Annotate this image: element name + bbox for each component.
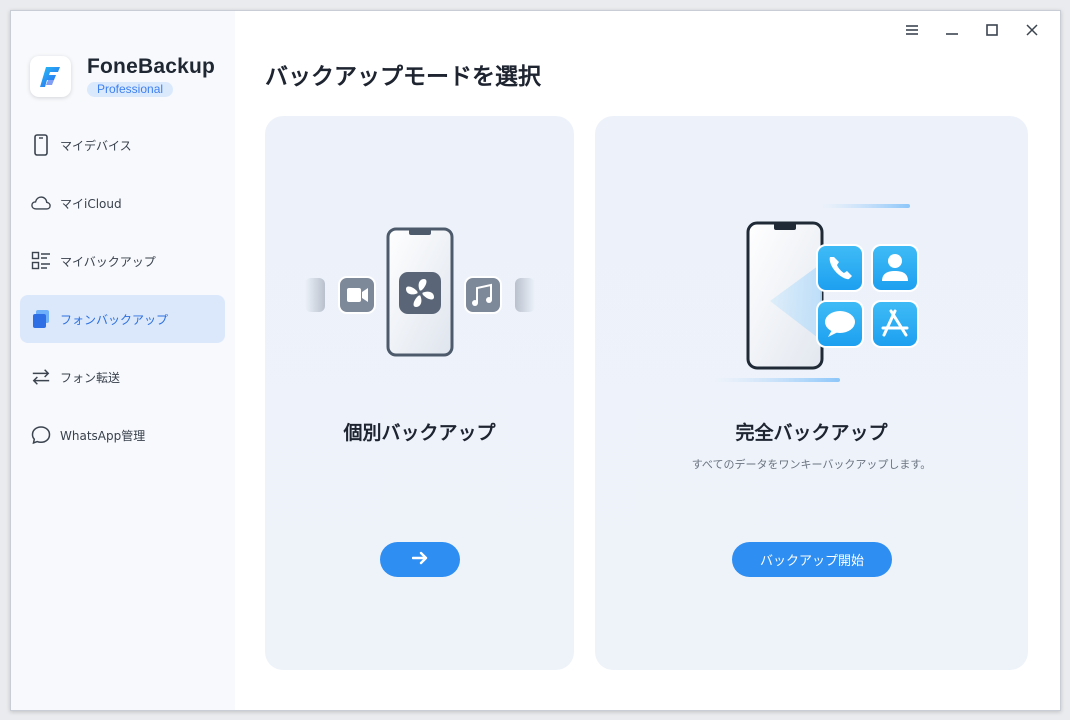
full-backup-description: すべてのデータをワンキーバックアップします。 — [691, 458, 932, 471]
hamburger-menu-icon[interactable] — [892, 19, 932, 41]
app-logo-icon — [30, 56, 71, 97]
close-icon[interactable] — [1012, 19, 1052, 41]
phone-backup-icon — [31, 309, 51, 329]
app-name: FoneBackup — [87, 55, 216, 78]
sidebar: FoneBackup Professional マイデバイス マイiCloud — [11, 11, 235, 710]
sidebar-item-my-icloud[interactable]: マイiCloud — [20, 179, 225, 227]
selective-backup-title: 個別バックアップ — [343, 422, 496, 444]
sidebar-item-whatsapp[interactable]: WhatsApp管理 — [20, 411, 225, 459]
start-backup-button[interactable]: バックアップ開始 — [732, 542, 892, 577]
brand: FoneBackup Professional — [30, 56, 215, 97]
full-backup-card[interactable]: 完全バックアップ すべてのデータをワンキーバックアップします。 バックアップ開始 — [595, 116, 1028, 670]
sidebar-item-label: フォン転送 — [60, 370, 121, 385]
selective-backup-card[interactable]: 個別バックアップ — [265, 116, 574, 670]
app-window: FoneBackup Professional マイデバイス マイiCloud — [10, 10, 1061, 711]
full-backup-title: 完全バックアップ — [735, 422, 888, 444]
sidebar-item-phone-transfer[interactable]: フォン転送 — [20, 353, 225, 401]
transfer-arrows-icon — [31, 367, 51, 387]
arrow-right-icon — [411, 550, 428, 569]
sidebar-item-my-device[interactable]: マイデバイス — [20, 121, 225, 169]
sidebar-item-phone-backup[interactable]: フォンバックアップ — [20, 295, 225, 343]
edition-badge: Professional — [87, 82, 174, 97]
selective-backup-illustration — [305, 227, 535, 357]
full-backup-illustration — [715, 204, 919, 382]
sidebar-item-my-backup[interactable]: マイバックアップ — [20, 237, 225, 285]
sidebar-item-label: マイiCloud — [60, 196, 122, 211]
sidebar-nav: マイデバイス マイiCloud マイバックアップ フォンバックアップ フォン転送… — [20, 121, 225, 469]
sidebar-item-label: WhatsApp管理 — [60, 428, 146, 443]
list-icon — [31, 251, 51, 271]
cloud-icon — [31, 193, 51, 213]
minimize-icon[interactable] — [932, 19, 972, 41]
window-controls — [892, 19, 1052, 41]
page-title: バックアップモードを選択 — [265, 64, 541, 90]
phone-icon — [31, 134, 51, 156]
sidebar-item-label: マイバックアップ — [60, 254, 156, 269]
sidebar-item-label: マイデバイス — [60, 138, 132, 153]
sidebar-item-label: フォンバックアップ — [60, 312, 169, 327]
chat-bubble-icon — [31, 425, 51, 445]
selective-backup-next-button[interactable] — [380, 542, 460, 577]
maximize-icon[interactable] — [972, 19, 1012, 41]
